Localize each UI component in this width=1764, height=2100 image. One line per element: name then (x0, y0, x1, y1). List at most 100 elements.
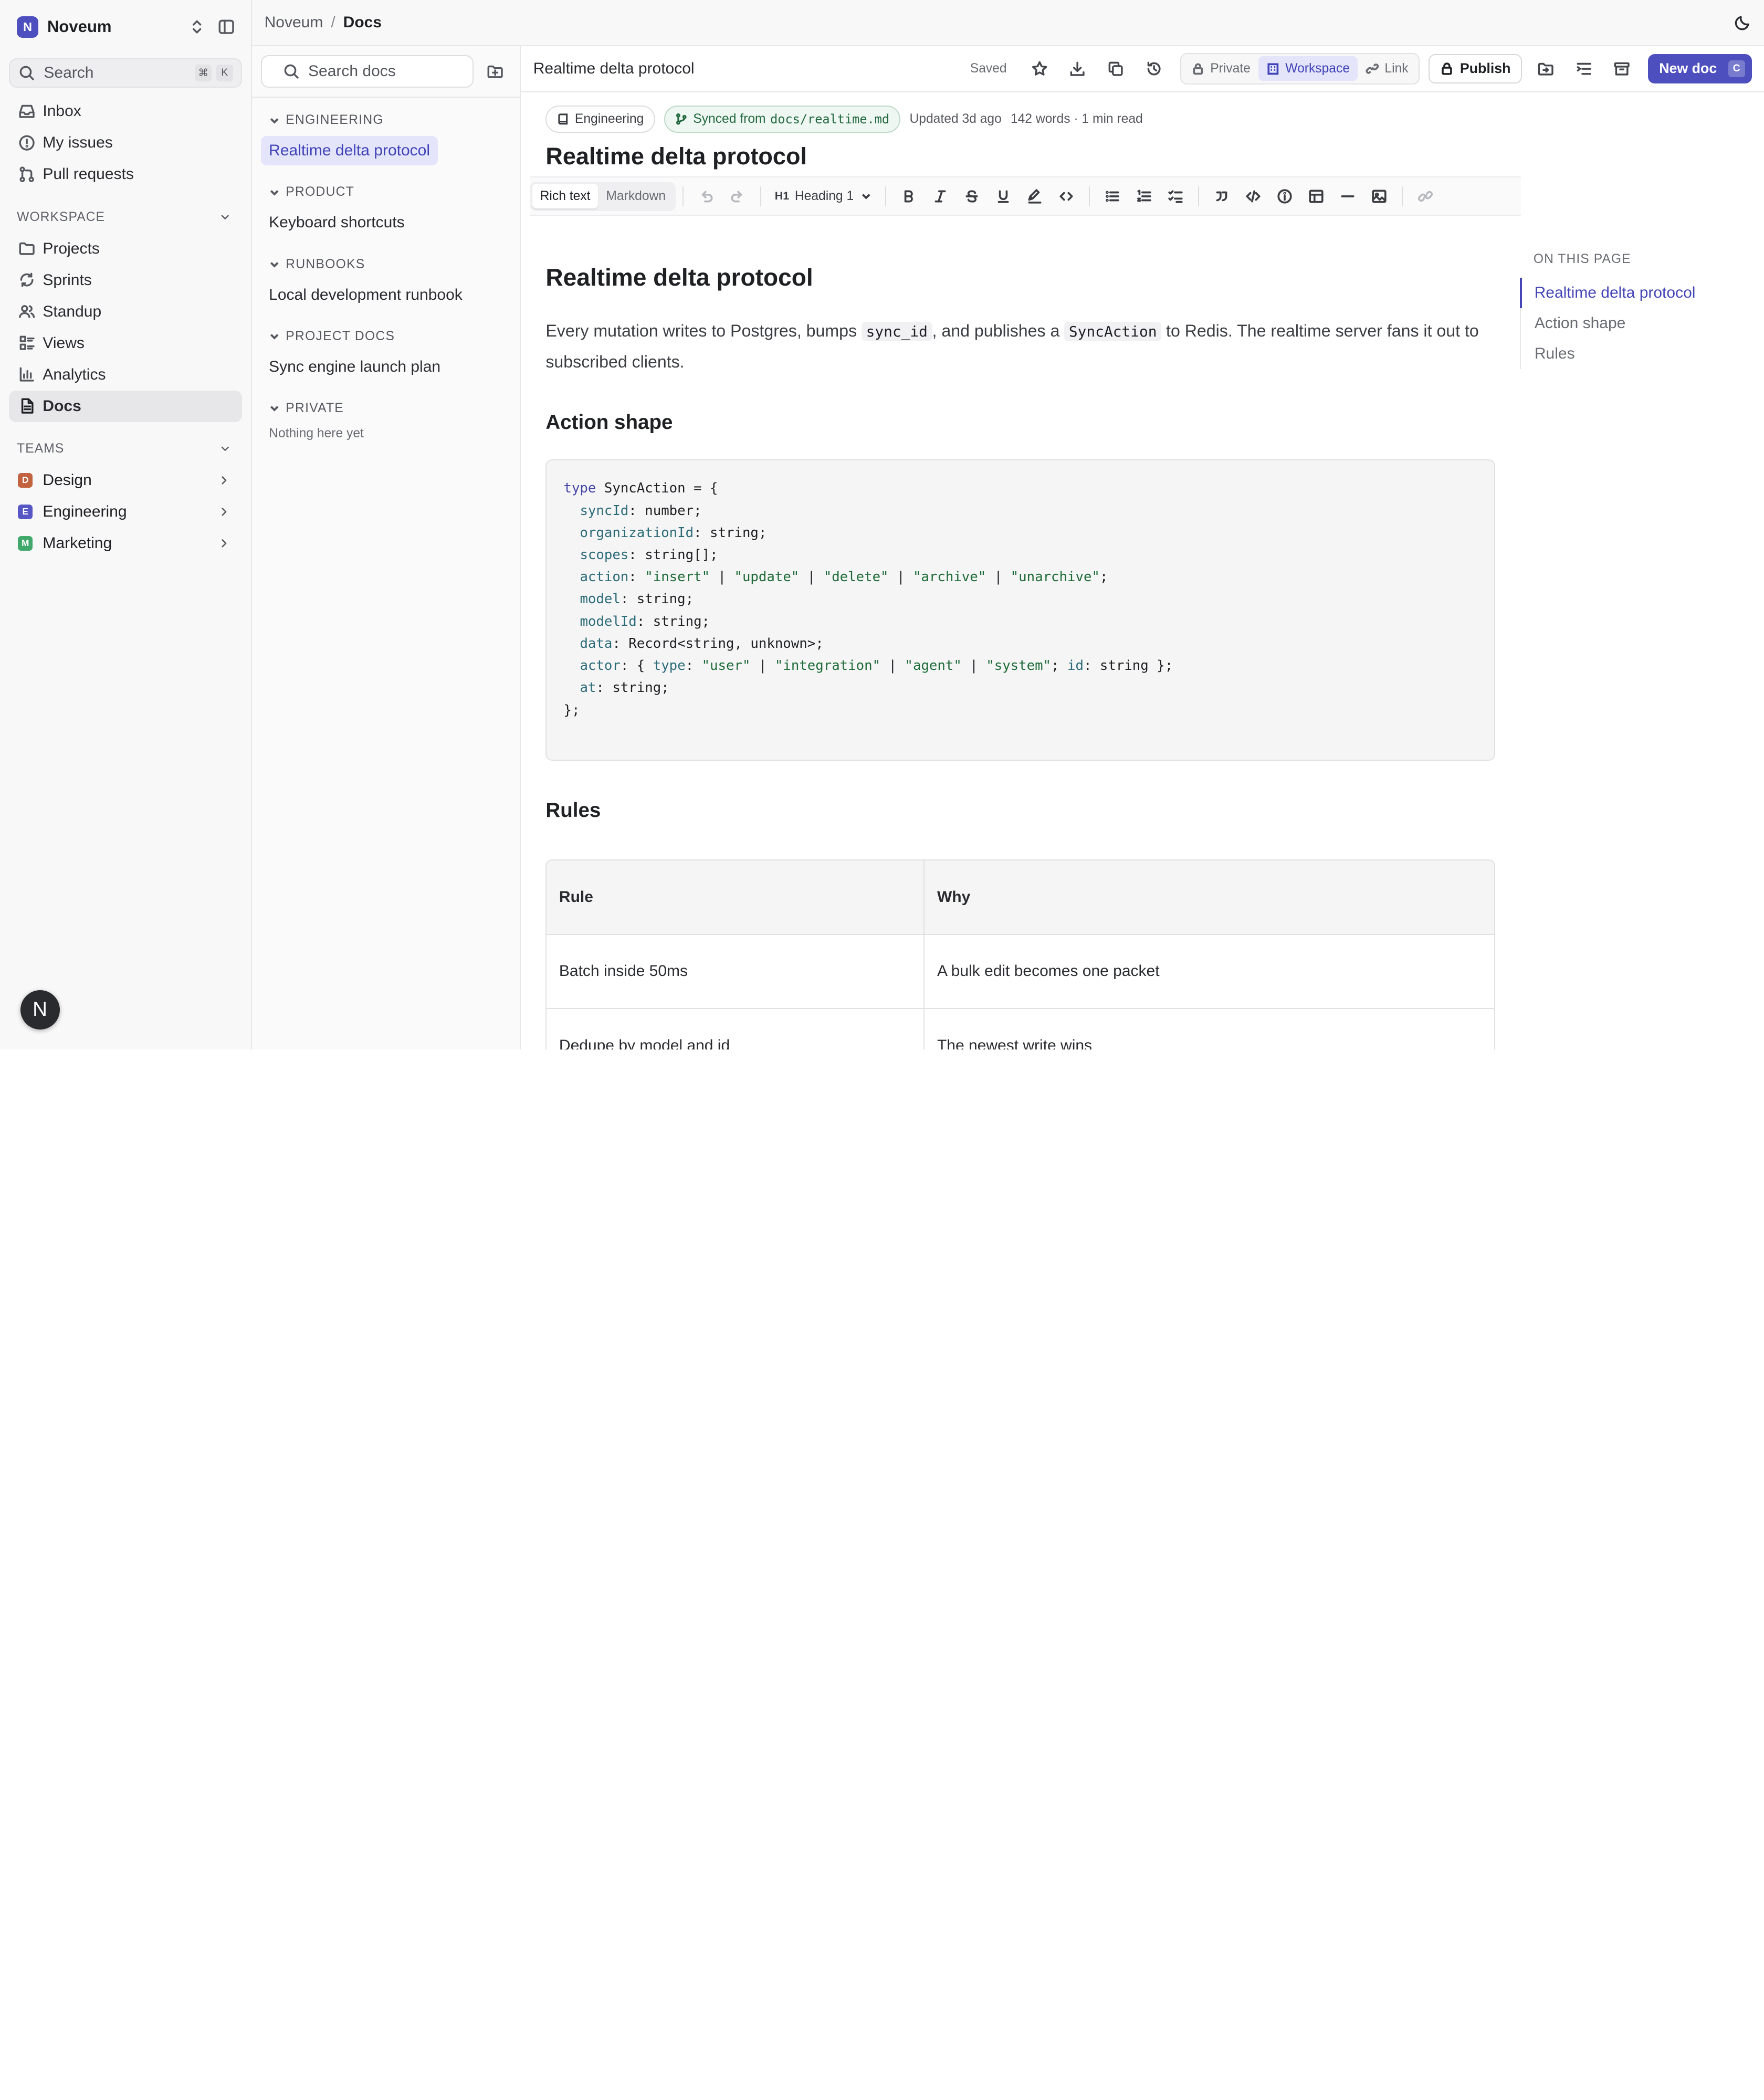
visibility-private[interactable]: Private (1183, 56, 1258, 81)
inline-code-icon[interactable] (1051, 182, 1082, 211)
team-badge: M (18, 536, 33, 551)
nav-standup[interactable]: Standup (9, 296, 242, 328)
numbered-list-icon[interactable] (1128, 182, 1160, 211)
toc-item[interactable]: Realtime delta protocol (1520, 278, 1723, 309)
table-header-cell: Rule (547, 860, 925, 934)
toc-item[interactable]: Rules (1521, 339, 1723, 369)
docs-item-keyboard-shortcuts[interactable]: Keyboard shortcuts (261, 208, 412, 237)
nav-inbox[interactable]: Inbox (9, 96, 242, 127)
bold-icon[interactable] (893, 182, 925, 211)
move-to-folder-icon[interactable] (1531, 54, 1560, 83)
workspace-switcher[interactable]: N Noveum (0, 0, 251, 54)
team-design[interactable]: D Design (9, 465, 242, 496)
doc-title[interactable]: Realtime delta protocol (521, 134, 1764, 176)
callout-info-icon[interactable] (1269, 182, 1300, 211)
team-name: Engineering (43, 502, 127, 520)
teams-section-header[interactable]: TEAMS (0, 438, 251, 460)
sidebar-toggle-icon[interactable] (217, 18, 235, 36)
heading-select-value: Heading 1 (794, 188, 854, 203)
publish-button[interactable]: Publish (1429, 54, 1522, 83)
redo-icon[interactable] (722, 182, 753, 211)
team-marketing[interactable]: M Marketing (9, 528, 242, 559)
quote-icon[interactable] (1206, 182, 1237, 211)
docs-item-realtime-delta-protocol[interactable]: Realtime delta protocol (261, 136, 438, 165)
team-chip[interactable]: Engineering (545, 106, 655, 133)
user-avatar[interactable]: N (20, 990, 60, 1030)
chevron-right-icon[interactable] (215, 534, 233, 552)
chevron-right-icon[interactable] (215, 503, 233, 521)
moon-icon[interactable] (1734, 14, 1751, 32)
nav-views[interactable]: Views (9, 328, 242, 359)
download-icon[interactable] (1063, 54, 1093, 83)
content-heading-rules: Rules (545, 799, 601, 822)
visibility-workspace-label: Workspace (1285, 61, 1350, 76)
italic-icon[interactable] (925, 182, 956, 211)
docs-item-local-development-runbook[interactable]: Local development runbook (261, 280, 470, 310)
docs-search-input[interactable]: Search docs (261, 55, 474, 88)
synced-chip[interactable]: Synced from docs/realtime.md (664, 106, 901, 133)
chevron-right-icon[interactable] (215, 471, 233, 489)
new-folder-icon[interactable] (486, 62, 504, 80)
nav-docs[interactable]: Docs (9, 390, 242, 422)
checklist-icon[interactable] (1160, 182, 1191, 211)
doc-content[interactable]: Realtime delta protocol Every mutation w… (545, 238, 1496, 1050)
workspace-section-header[interactable]: WORKSPACE (0, 206, 251, 228)
search-input[interactable]: Search ⌘ K (9, 58, 242, 88)
nav-my-issues[interactable]: My issues (9, 127, 242, 159)
archive-icon[interactable] (1608, 54, 1637, 83)
table-header-row: Rule Why (547, 860, 1495, 935)
heading-select[interactable]: H1 Heading 1 (768, 182, 878, 211)
docs-group-header[interactable]: RUNBOOKS (252, 253, 520, 276)
docs-group-header[interactable]: PRIVATE (252, 397, 520, 419)
docs-group-header[interactable]: PRODUCT (252, 181, 520, 204)
chevron-up-down-icon[interactable] (188, 18, 206, 36)
team-engineering[interactable]: E Engineering (9, 496, 242, 528)
cycle-icon (18, 271, 36, 289)
strikethrough-icon[interactable] (956, 182, 988, 211)
table-cell: Dedupe by model and id (547, 1009, 925, 1050)
mode-rich-text[interactable]: Rich text (532, 184, 598, 209)
main-nav: Inbox My issues Pull requests (0, 96, 251, 190)
pull-request-icon (18, 165, 36, 183)
docs-tree: Search docs ENGINEERING Realtime delta p… (252, 46, 521, 1050)
docs-item-sync-engine-launch-plan[interactable]: Sync engine launch plan (261, 352, 448, 382)
image-icon[interactable] (1363, 182, 1395, 211)
nav-sprints[interactable]: Sprints (9, 265, 242, 296)
nav-analytics[interactable]: Analytics (9, 359, 242, 391)
breadcrumb-current: Docs (343, 13, 382, 31)
table-cell: A bulk edit becomes one packet (937, 962, 1160, 980)
nav-pull-requests[interactable]: Pull requests (9, 159, 242, 190)
toc-item[interactable]: Action shape (1521, 308, 1723, 339)
mode-markdown[interactable]: Markdown (598, 184, 674, 208)
duplicate-icon[interactable] (1101, 54, 1131, 83)
chevron-down-icon (216, 440, 234, 458)
docs-group-header[interactable]: PROJECT DOCS (252, 325, 520, 348)
new-doc-shortcut: C (1728, 60, 1745, 77)
top-bar: Noveum / Docs (252, 0, 1764, 46)
doc-meta: Engineering Synced from docs/realtime.md … (521, 92, 1764, 134)
link-icon[interactable] (1410, 182, 1441, 211)
breadcrumb-root[interactable]: Noveum (265, 14, 323, 32)
code-block-icon[interactable] (1237, 182, 1269, 211)
main-area: Noveum / Docs Search docs ENGINEERING Re… (252, 0, 1764, 1050)
table-icon[interactable] (1300, 182, 1332, 211)
undo-icon[interactable] (690, 182, 722, 211)
visibility-link[interactable]: Link (1358, 56, 1416, 81)
bullet-list-icon[interactable] (1097, 182, 1128, 211)
horizontal-rule-icon[interactable] (1332, 182, 1363, 211)
docs-group-header[interactable]: ENGINEERING (252, 109, 520, 132)
highlighter-icon[interactable] (1019, 182, 1051, 211)
nav-projects[interactable]: Projects (9, 233, 242, 265)
docs-group-engineering: ENGINEERING Realtime delta protocol (252, 109, 520, 165)
visibility-workspace[interactable]: Workspace (1258, 56, 1358, 81)
underline-icon[interactable] (988, 182, 1019, 211)
toolbar-divider (1401, 186, 1403, 207)
teams-section-title: TEAMS (17, 441, 65, 456)
history-icon[interactable] (1139, 54, 1169, 83)
toolbar-divider (885, 186, 887, 207)
doc-header-bar: Realtime delta protocol Saved Private Wo… (521, 46, 1764, 92)
star-icon[interactable] (1025, 54, 1054, 83)
new-doc-button[interactable]: New doc C (1647, 54, 1752, 83)
app-window: N Noveum Search ⌘ K Inbox My issues Pull… (0, 0, 1764, 1050)
outline-icon[interactable] (1569, 54, 1599, 83)
